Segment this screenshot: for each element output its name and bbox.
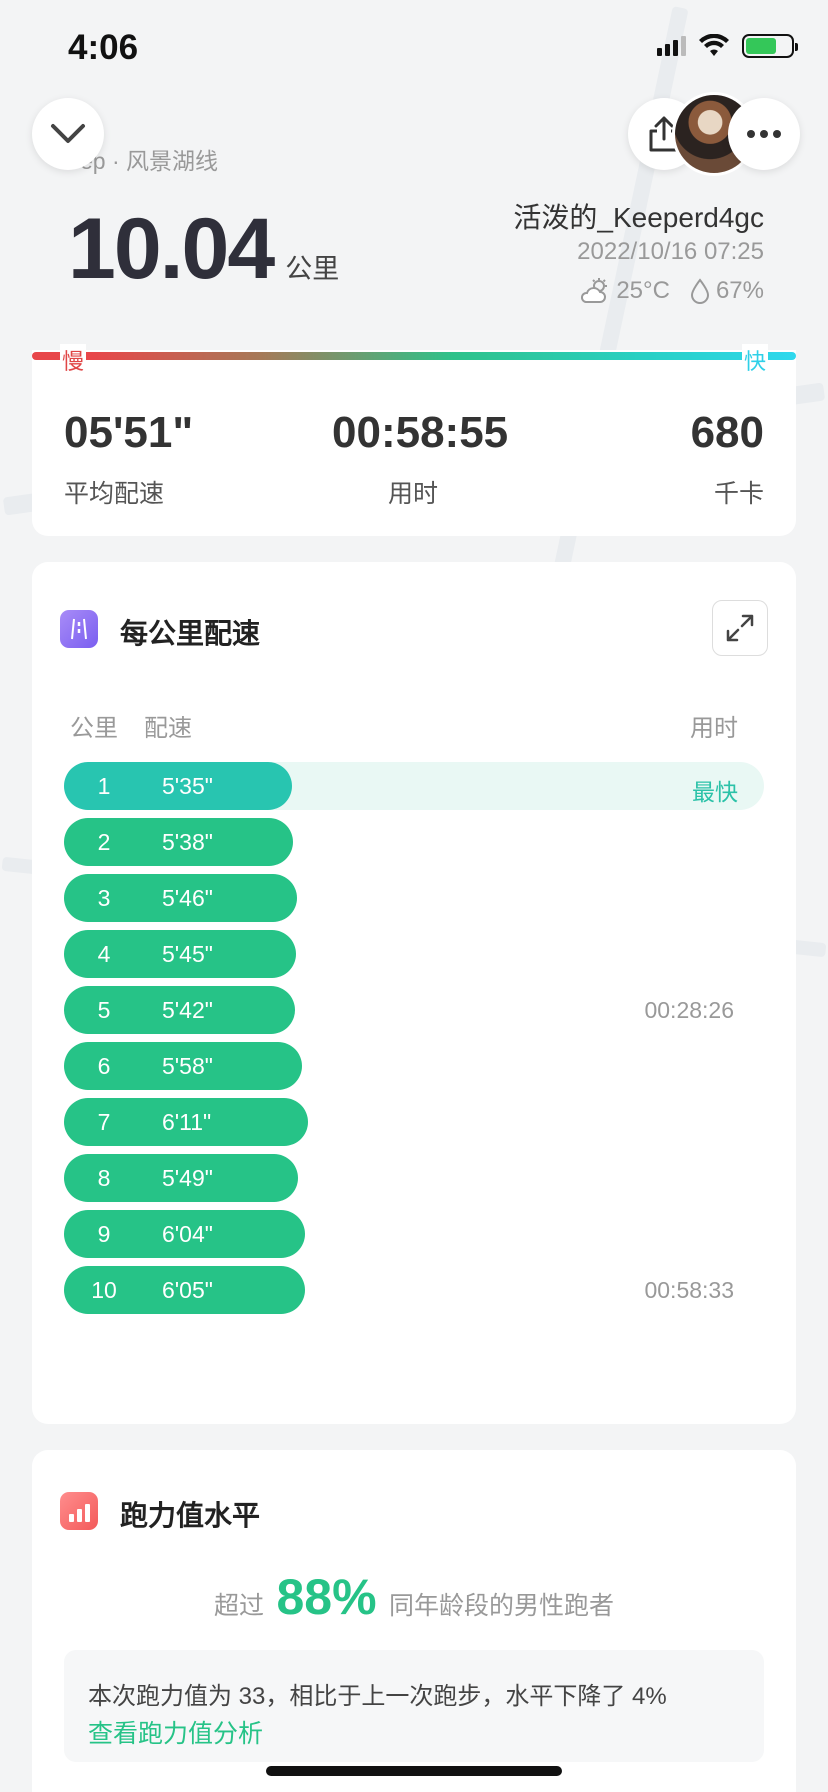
column-time: 用时 (690, 715, 738, 742)
pace-row: 1 5'35" (64, 762, 292, 810)
temperature: 25°C (616, 277, 670, 304)
row-km: 7 (97, 1109, 111, 1135)
best-label: 最快 (692, 779, 738, 805)
weather-cloud-sun-icon (581, 278, 608, 303)
distance-unit: 公里 (285, 254, 340, 284)
more-button[interactable] (728, 98, 800, 170)
row-km: 8 (97, 1165, 111, 1191)
analysis-text: 本次跑力值为 33，相比于上一次跑步，水平下降了 4% (88, 1683, 667, 1710)
expand-icon (726, 614, 754, 642)
avg-pace-value: 05'51" (64, 408, 194, 457)
row-km: 4 (97, 941, 111, 967)
road-icon (60, 610, 98, 648)
battery-icon (742, 34, 798, 58)
pace-row: 6 5'58" (64, 1042, 303, 1090)
expand-button[interactable] (712, 600, 768, 656)
pace-row: 5 5'42" (64, 986, 296, 1034)
calories-value: 680 (690, 408, 764, 457)
speed-gradient-bar (32, 352, 796, 360)
row-pace: 5'35" (162, 773, 213, 799)
pace-row: 8 5'49" (64, 1154, 299, 1202)
row-pace: 6'11" (162, 1109, 212, 1135)
row-pace: 5'46" (162, 885, 213, 911)
row-km: 5 (97, 997, 111, 1023)
cellular-signal-icon (657, 36, 686, 56)
exceed-suffix: 同年龄段的男性跑者 (388, 1592, 614, 1620)
exceed-prefix: 超过 (213, 1592, 264, 1620)
distance-value: 10.04 (68, 201, 275, 297)
weather-info: 25°C 67% (580, 277, 764, 305)
column-pace: 配速 (144, 715, 192, 742)
user-name[interactable]: 活泼的_Keeperd4gc (513, 196, 764, 236)
duration-label: 用时 (388, 480, 439, 508)
home-indicator (266, 1766, 562, 1776)
row-pace: 5'38" (162, 829, 213, 855)
row-pace: 5'49" (162, 1165, 213, 1191)
duration-value: 00:58:55 (332, 408, 509, 457)
row-pace: 5'58" (162, 1053, 213, 1079)
calories-label: 千卡 (713, 480, 764, 508)
total-distance: 10.04 公里 (68, 200, 339, 299)
row-pace: 5'45" (162, 941, 213, 967)
pace-section-title: 每公里配速 (120, 618, 261, 649)
split-time: 00:28:26 (644, 997, 734, 1023)
humidity-drop-icon (690, 278, 709, 304)
status-time: 4:06 (68, 28, 139, 67)
analysis-link[interactable]: 查看跑力值分析 (88, 1714, 263, 1750)
slow-label: 慢 (60, 344, 87, 376)
pace-row: 2 5'38" (64, 818, 294, 866)
wifi-icon (699, 34, 729, 56)
row-km: 6 (97, 1053, 111, 1079)
more-icon (747, 130, 781, 138)
status-icons (657, 34, 798, 58)
run-datetime: 2022/10/16 07:25 (577, 238, 764, 265)
row-km: 2 (97, 829, 111, 855)
column-km: 公里 (70, 715, 118, 742)
row-km: 3 (97, 885, 111, 911)
bar-chart-icon (60, 1492, 98, 1530)
row-km: 10 (91, 1277, 117, 1303)
exceed-percent: 88% (276, 1569, 377, 1625)
pace-row: 4 5'45" (64, 930, 297, 978)
pace-row: 3 5'46" (64, 874, 297, 922)
chevron-down-icon (51, 124, 85, 143)
pace-row: 7 6'11" (64, 1098, 308, 1146)
pace-row: 10 6'05" (64, 1266, 306, 1314)
split-time: 00:58:33 (644, 1277, 734, 1303)
power-section-title: 跑力值水平 (120, 1500, 261, 1531)
humidity: 67% (715, 277, 764, 304)
row-km: 9 (97, 1221, 111, 1247)
avg-pace-label: 平均配速 (64, 480, 165, 508)
row-pace: 6'04" (162, 1221, 213, 1247)
exceed-summary: 超过 88% 同年龄段的男性跑者 (32, 1568, 796, 1626)
row-km: 1 (97, 773, 111, 799)
row-pace: 5'42" (162, 997, 213, 1023)
fast-label: 快 (742, 344, 769, 376)
pace-row: 9 6'04" (64, 1210, 305, 1258)
row-pace: 6'05" (162, 1277, 213, 1303)
collapse-button[interactable] (32, 98, 104, 170)
